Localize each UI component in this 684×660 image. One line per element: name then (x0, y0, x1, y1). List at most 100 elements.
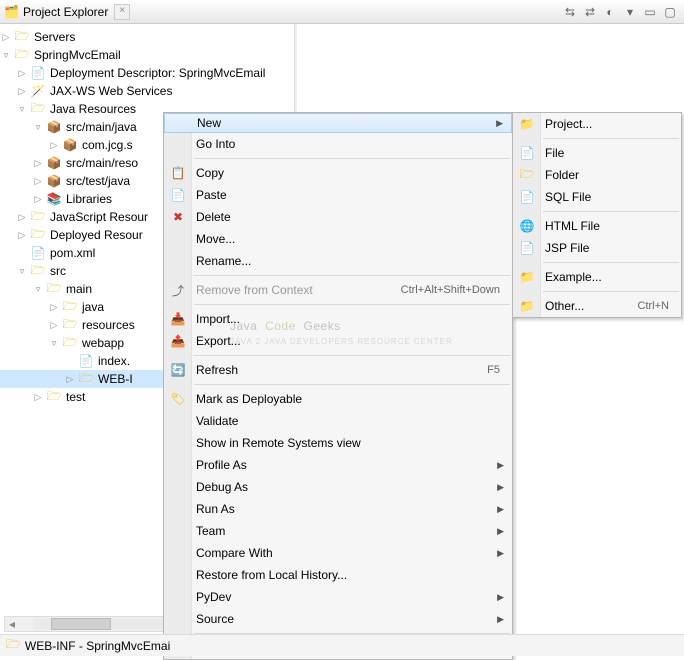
menu-item[interactable]: 🌐HTML File (513, 215, 681, 237)
menu-item[interactable]: Validate (164, 410, 512, 432)
menu-item-label: Copy (196, 166, 224, 180)
menu-separator (194, 275, 510, 276)
menu-item[interactable]: 🔄RefreshF5 (164, 359, 512, 381)
twisty-icon[interactable]: ▿ (16, 265, 28, 277)
menu-item-icon: 📄 (519, 189, 535, 205)
menu-item[interactable]: Debug As▶ (164, 476, 512, 498)
twisty-icon[interactable]: ▿ (0, 49, 12, 61)
menu-item[interactable]: 📥Import... (164, 308, 512, 330)
menu-item-icon: 📁 (519, 269, 535, 285)
focus-button[interactable]: ◐ (601, 3, 619, 21)
node-label: java (80, 300, 104, 314)
menu-item[interactable]: 📁Project... (513, 113, 681, 135)
menu-item[interactable]: Go Into (164, 133, 512, 155)
twisty-icon[interactable]: ▷ (32, 157, 44, 169)
menu-item[interactable]: Source▶ (164, 608, 512, 630)
node-icon: 🗁 (46, 389, 62, 405)
twisty-icon[interactable]: ▷ (32, 193, 44, 205)
close-view-icon[interactable]: × (114, 4, 130, 20)
tree-item[interactable]: ▷📄Deployment Descriptor: SpringMvcEmail (0, 64, 294, 82)
menu-item[interactable]: Profile As ▶ (164, 454, 512, 476)
node-icon: 📄 (78, 353, 94, 369)
menu-item-label: Mark as Deployable (196, 392, 302, 406)
menu-item[interactable]: Team▶ (164, 520, 512, 542)
menu-item[interactable]: 📤Export... (164, 330, 512, 352)
menu-item-icon: 📄 (519, 145, 535, 161)
twisty-icon[interactable] (64, 355, 76, 367)
twisty-icon[interactable]: ▿ (32, 121, 44, 133)
menu-item[interactable]: New ▶ (164, 113, 512, 133)
menu-item[interactable]: ✖Delete (164, 206, 512, 228)
twisty-icon[interactable]: ▷ (48, 301, 60, 313)
menu-item-label: Team (196, 524, 225, 538)
menu-item[interactable]: Rename... (164, 250, 512, 272)
menu-item[interactable]: 🗁Folder (513, 164, 681, 186)
node-icon: 🗁 (78, 371, 94, 387)
twisty-icon[interactable]: ▿ (32, 283, 44, 295)
twisty-icon[interactable]: ▿ (16, 103, 28, 115)
view-menu-button[interactable]: ▾ (621, 3, 639, 21)
twisty-icon[interactable]: ▷ (16, 229, 28, 241)
twisty-icon[interactable]: ▿ (48, 337, 60, 349)
menu-item-label: Rename... (196, 254, 251, 268)
collapse-all-button[interactable]: ⇆ (561, 3, 579, 21)
link-editor-button[interactable]: ⇄ (581, 3, 599, 21)
node-icon: 🗁 (62, 317, 78, 333)
maximize-button[interactable]: ▢ (661, 3, 679, 21)
menu-item-label: Go Into (196, 137, 235, 151)
menu-item[interactable]: PyDev▶ (164, 586, 512, 608)
menu-item[interactable]: 🏷Mark as Deployable (164, 388, 512, 410)
menu-item-icon: ⤴ (170, 282, 186, 298)
menu-item-icon: 📤 (170, 333, 186, 349)
submenu-arrow-icon: ▶ (497, 482, 504, 493)
submenu-arrow-icon: ▶ (497, 460, 504, 471)
menu-item-icon: 📋 (170, 165, 186, 181)
tree-item[interactable]: ▷🗁Servers (0, 28, 294, 46)
submenu-arrow-icon: ▶ (496, 118, 503, 129)
menu-item-label: Profile As (196, 458, 247, 472)
menu-item[interactable]: 📄File (513, 142, 681, 164)
menu-item[interactable]: 📋 Copy (164, 162, 512, 184)
node-icon: 📦 (46, 173, 62, 189)
node-label: src/test/java (64, 174, 130, 188)
scroll-left-button[interactable]: ◂ (5, 617, 19, 631)
project-explorer-header: 🗂️ Project Explorer × ⇆ ⇄ ◐ ▾ ▭ ▢ (0, 0, 684, 24)
menu-item[interactable]: Run As▶ (164, 498, 512, 520)
menu-item[interactable]: 📄Paste (164, 184, 512, 206)
twisty-icon[interactable] (16, 247, 28, 259)
menu-item-label: Delete (196, 210, 231, 224)
twisty-icon[interactable]: ▷ (32, 391, 44, 403)
twisty-icon[interactable]: ▷ (16, 67, 28, 79)
menu-item-icon: 🌐 (519, 218, 535, 234)
menu-item[interactable]: 📁Example... (513, 266, 681, 288)
menu-item[interactable]: 📄 JSP File (513, 237, 681, 259)
menu-item[interactable]: Restore from Local History... (164, 564, 512, 586)
menu-item-label: Paste (196, 188, 227, 202)
menu-item[interactable]: Compare With▶ (164, 542, 512, 564)
menu-item-label: New (197, 116, 221, 130)
menu-item-icon: 📄 (519, 240, 535, 256)
scroll-thumb[interactable] (51, 618, 111, 630)
menu-item[interactable]: Move... (164, 228, 512, 250)
node-icon: 📦 (46, 155, 62, 171)
twisty-icon[interactable]: ▷ (16, 85, 28, 97)
twisty-icon[interactable]: ▷ (0, 31, 12, 43)
node-label: JAX-WS Web Services (48, 84, 172, 98)
tree-item[interactable]: ▿🗁SpringMvcEmail (0, 46, 294, 64)
tree-item[interactable]: ▷🪄JAX-WS Web Services (0, 82, 294, 100)
node-icon: 📦 (46, 119, 62, 135)
twisty-icon[interactable]: ▷ (48, 319, 60, 331)
node-label: com.jcg.s (80, 138, 133, 152)
node-icon: 🗁 (30, 263, 46, 279)
menu-item[interactable]: 📄SQL File (513, 186, 681, 208)
minimize-button[interactable]: ▭ (641, 3, 659, 21)
menu-item[interactable]: 📁Other...Ctrl+N (513, 295, 681, 317)
menu-item[interactable]: Show in Remote Systems view (164, 432, 512, 454)
twisty-icon[interactable]: ▷ (48, 139, 60, 151)
node-icon: 🪄 (30, 83, 46, 99)
twisty-icon[interactable]: ▷ (16, 211, 28, 223)
twisty-icon[interactable]: ▷ (64, 373, 76, 385)
twisty-icon[interactable]: ▷ (32, 175, 44, 187)
menu-item: ⤴Remove from ContextCtrl+Alt+Shift+Down (164, 279, 512, 301)
menu-item-label: JSP File (545, 241, 589, 255)
